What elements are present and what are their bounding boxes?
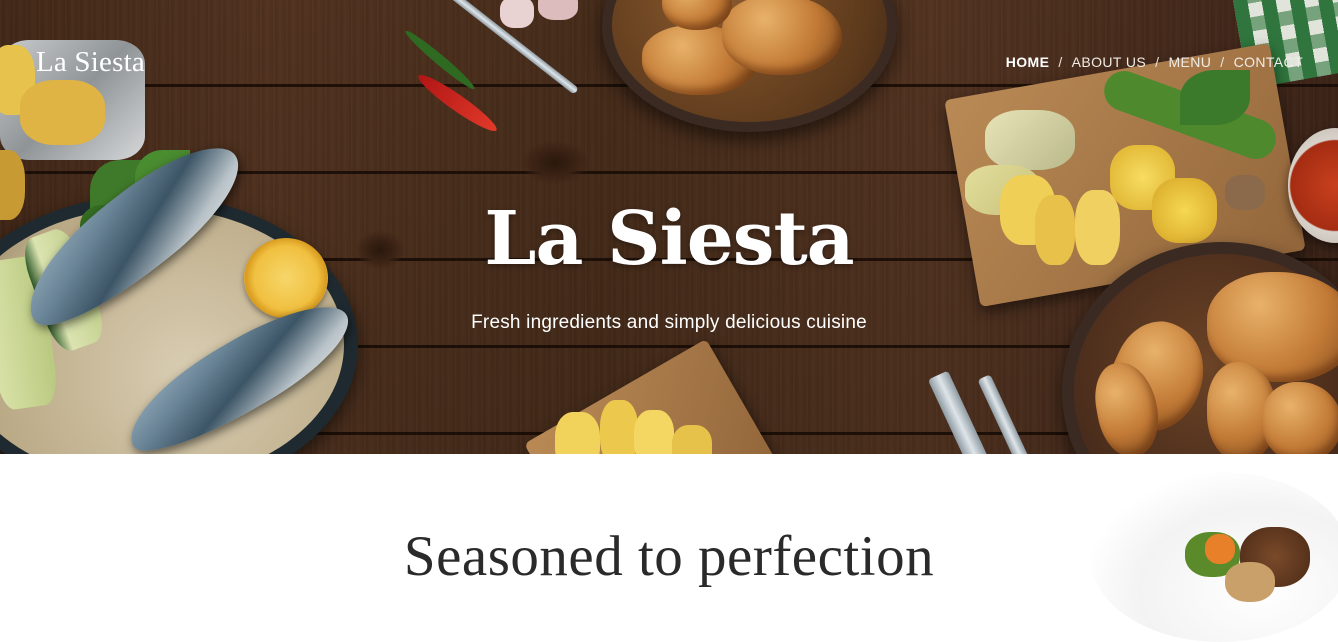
hero-banner: La Siesta HOME / ABOUT US / MENU / CONTA… (0, 0, 1338, 454)
chicken-pan-image (602, 0, 897, 132)
nav-item-contact[interactable]: CONTACT (1234, 54, 1303, 70)
potato-image (634, 410, 674, 454)
garlic-image (538, 0, 578, 20)
potato-image (555, 412, 600, 454)
nav-separator: / (1220, 54, 1225, 70)
potato-image (20, 80, 105, 145)
garlic-image (500, 0, 534, 28)
herb-sprig-image (1180, 70, 1250, 125)
hero-subtitle: Fresh ingredients and simply delicious c… (471, 312, 867, 333)
wood-knot (520, 140, 590, 185)
main-nav: HOME / ABOUT US / MENU / CONTACT (1006, 54, 1303, 70)
fork-image (977, 374, 1037, 454)
section-title: Seasoned to perfection (403, 525, 935, 588)
hero-title: La Siesta (484, 196, 854, 282)
nav-item-home[interactable]: HOME (1006, 54, 1050, 70)
zucchini-image (985, 110, 1075, 170)
nav-separator: / (1155, 54, 1160, 70)
nav-item-menu[interactable]: MENU (1168, 54, 1211, 70)
potato-image (672, 425, 712, 454)
potato-image (600, 400, 638, 454)
nav-item-about-us[interactable]: ABOUT US (1072, 54, 1147, 70)
site-logo[interactable]: La Siesta (36, 46, 145, 79)
nav-separator: / (1058, 54, 1063, 70)
